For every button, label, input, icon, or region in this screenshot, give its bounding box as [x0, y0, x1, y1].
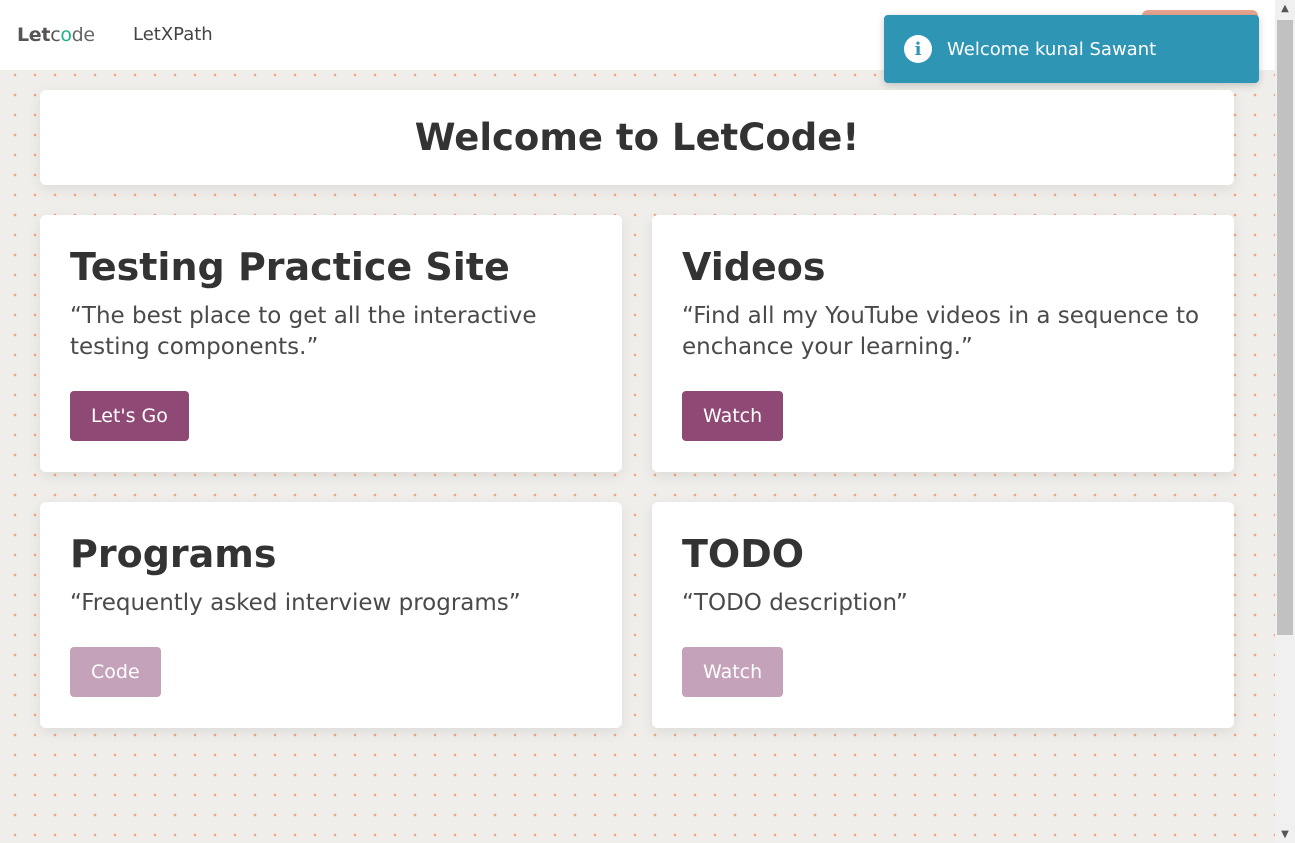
card-title: Programs	[70, 532, 277, 576]
card-title: Testing Practice Site	[70, 245, 510, 289]
card-title: Videos	[682, 245, 826, 289]
scroll-down-arrow-icon[interactable]: ▼	[1275, 826, 1295, 843]
card-videos: Videos “Find all my YouTube videos in a …	[652, 215, 1234, 472]
scroll-up-arrow-icon[interactable]: ▲	[1275, 0, 1295, 17]
card-testing-practice: Testing Practice Site “The best place to…	[40, 215, 622, 472]
card-programs: Programs “Frequently asked interview pro…	[40, 502, 622, 728]
welcome-toast[interactable]: i Welcome kunal Sawant	[884, 15, 1259, 83]
card-description: “TODO description”	[682, 590, 908, 616]
scroll-thumb[interactable]	[1277, 20, 1293, 635]
nav-link-letxpath[interactable]: LetXPath	[133, 24, 213, 45]
card-description: “The best place to get all the interacti…	[70, 303, 537, 360]
toast-message: Welcome kunal Sawant	[947, 38, 1157, 60]
card-todo: TODO “TODO description” Watch	[652, 502, 1234, 728]
letcode-logo[interactable]: Letcode	[17, 24, 95, 46]
watch-videos-button[interactable]: Watch	[682, 391, 784, 441]
page-title: Welcome to LetCode!	[414, 116, 860, 159]
welcome-banner: Welcome to LetCode!	[40, 90, 1234, 185]
info-icon: i	[904, 35, 932, 63]
card-description: “Find all my YouTube videos in a sequenc…	[682, 303, 1200, 360]
lets-go-button[interactable]: Let's Go	[70, 391, 189, 441]
watch-todo-button[interactable]: Watch	[682, 647, 784, 697]
code-button[interactable]: Code	[70, 647, 161, 697]
vertical-scrollbar[interactable]: ▲ ▼	[1275, 0, 1295, 843]
card-description: “Frequently asked interview programs”	[70, 590, 521, 616]
card-title: TODO	[682, 532, 805, 576]
